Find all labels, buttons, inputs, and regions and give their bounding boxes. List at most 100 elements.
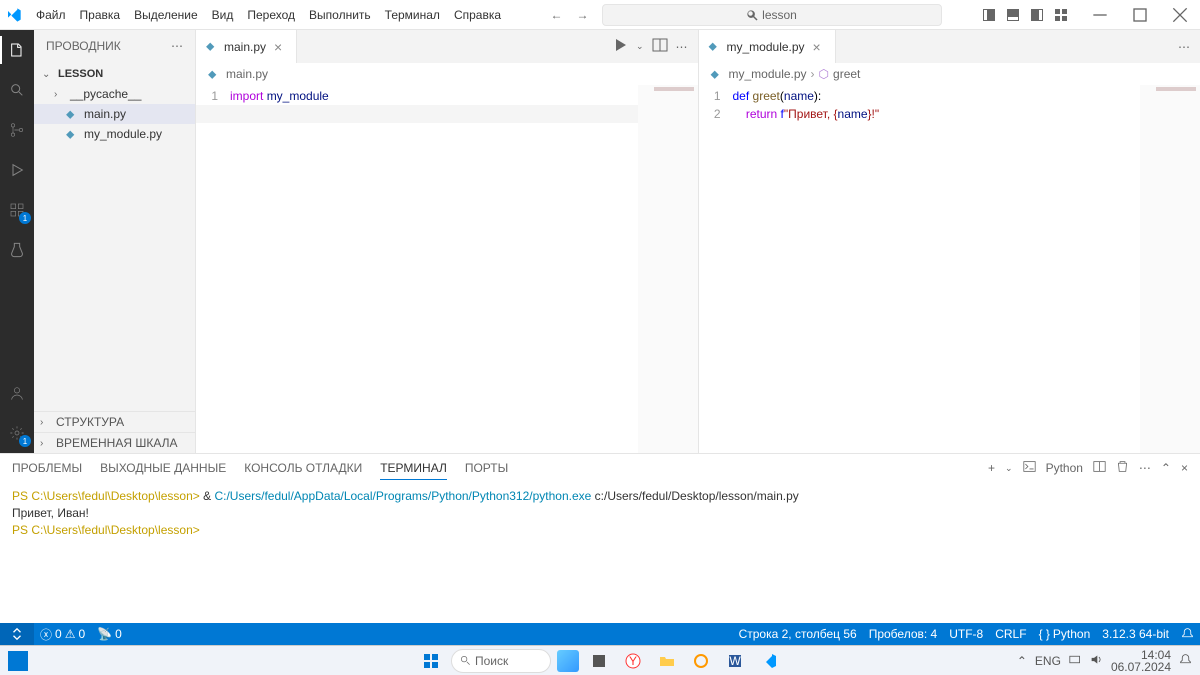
taskbar-vscode-icon[interactable]: [755, 647, 783, 675]
code-editor-right[interactable]: 12 def greet(name): return f"Привет, {na…: [699, 85, 1200, 453]
menu-терминал[interactable]: Терминал: [379, 4, 446, 26]
more-icon[interactable]: ⋯: [1139, 461, 1151, 475]
tab-my-module-py[interactable]: ⬥ my_module.py ×: [699, 30, 836, 63]
taskbar-explorer-icon[interactable]: [653, 647, 681, 675]
breadcrumb-left[interactable]: ⬥ main.py: [196, 63, 698, 85]
window-maximize-button[interactable]: [1120, 0, 1160, 30]
terminal-profile-icon[interactable]: [1023, 460, 1036, 476]
taskbar-app2-icon[interactable]: [687, 647, 715, 675]
tree-item[interactable]: ⬥main.py: [34, 104, 195, 124]
panel-tab[interactable]: КОНСОЛЬ ОТЛАДКИ: [244, 457, 362, 479]
tab-main-py[interactable]: ⬥ main.py ×: [196, 30, 297, 63]
python-file-icon: ⬥: [208, 67, 222, 82]
svg-text:W: W: [729, 654, 741, 668]
explorer-sidebar: ПРОВОДНИК ⋯ ⌄ LESSON ›__pycache__⬥main.p…: [34, 30, 196, 453]
settings-gear-icon[interactable]: 1: [5, 421, 29, 445]
editor-group-right: ⬥ my_module.py × ⋯ ⬥ my_module.py › ⬡ gr…: [699, 30, 1200, 453]
menu-выделение[interactable]: Выделение: [128, 4, 204, 26]
more-actions-icon[interactable]: ⋯: [1178, 40, 1190, 54]
python-version[interactable]: 3.12.3 64-bit: [1096, 627, 1175, 641]
volume-icon[interactable]: [1090, 653, 1103, 669]
nav-back-button[interactable]: ←: [546, 4, 568, 26]
search-text: lesson: [762, 8, 797, 22]
taskbar-app-icon[interactable]: [585, 647, 613, 675]
network-icon[interactable]: [1069, 653, 1082, 669]
encoding-status[interactable]: UTF-8: [943, 627, 989, 641]
vscode-logo-icon: [6, 7, 22, 23]
menu-переход[interactable]: Переход: [241, 4, 301, 26]
split-terminal-icon[interactable]: [1093, 460, 1106, 476]
problems-status[interactable]: ⓧ0 ⚠0: [34, 623, 91, 645]
notifications-icon[interactable]: [1175, 627, 1200, 640]
menu-выполнить[interactable]: Выполнить: [303, 4, 377, 26]
new-terminal-icon[interactable]: +: [988, 461, 995, 475]
run-dropdown-icon[interactable]: ⌄: [636, 41, 644, 52]
menu-справка[interactable]: Справка: [448, 4, 507, 26]
start-button[interactable]: [417, 647, 445, 675]
ports-status[interactable]: 📡0: [91, 623, 128, 645]
remote-button[interactable]: [0, 623, 34, 645]
split-editor-icon[interactable]: [652, 37, 668, 56]
run-icon[interactable]: [612, 37, 628, 56]
clock[interactable]: 14:04 06.07.2024: [1111, 649, 1171, 673]
explorer-icon[interactable]: [5, 38, 29, 62]
tab-close-icon[interactable]: ×: [270, 39, 286, 55]
window-close-button[interactable]: [1160, 0, 1200, 30]
menu-вид[interactable]: Вид: [206, 4, 240, 26]
close-panel-icon[interactable]: ×: [1181, 461, 1188, 475]
symbol-method-icon: ⬡: [819, 67, 829, 81]
nav-forward-button[interactable]: →: [572, 4, 594, 26]
tab-close-icon[interactable]: ×: [809, 39, 825, 55]
source-control-icon[interactable]: [5, 118, 29, 142]
sidebar-title: ПРОВОДНИК: [46, 39, 121, 53]
tree-root[interactable]: ⌄ LESSON: [34, 64, 195, 84]
panel-tab[interactable]: ТЕРМИНАЛ: [380, 457, 447, 480]
taskbar-desktop-icon[interactable]: [557, 650, 579, 672]
code-editor-left[interactable]: 12 import my_moduleprint(my_module.greet…: [196, 85, 698, 453]
more-actions-icon[interactable]: ⋯: [676, 40, 688, 54]
tray-chevron-icon[interactable]: ⌃: [1017, 654, 1027, 668]
debug-icon[interactable]: [5, 158, 29, 182]
cursor-position[interactable]: Строка 2, столбец 56: [733, 627, 863, 641]
warning-icon: ⚠: [65, 627, 76, 641]
layout-panel-icon[interactable]: [1004, 6, 1022, 24]
notification-tray-icon[interactable]: [1179, 653, 1192, 669]
error-icon: ⓧ: [40, 626, 52, 643]
panel-tab[interactable]: ВЫХОДНЫЕ ДАННЫЕ: [100, 457, 226, 479]
indentation-status[interactable]: Пробелов: 4: [863, 627, 944, 641]
search-activity-icon[interactable]: [5, 78, 29, 102]
taskbar-yandex-icon[interactable]: Y: [619, 647, 647, 675]
sidebar-section[interactable]: ›ВРЕМЕННАЯ ШКАЛА: [34, 432, 195, 453]
chevron-up-icon[interactable]: ⌃: [1161, 461, 1171, 475]
window-minimize-button[interactable]: [1080, 0, 1120, 30]
language-mode[interactable]: { } Python: [1033, 627, 1097, 641]
eol-status[interactable]: CRLF: [989, 627, 1032, 641]
sidebar-section[interactable]: ›СТРУКТУРА: [34, 411, 195, 432]
command-center-search[interactable]: lesson: [602, 4, 942, 26]
kill-terminal-icon[interactable]: [1116, 460, 1129, 476]
testing-icon[interactable]: [5, 238, 29, 262]
terminal-output[interactable]: PS C:\Users\fedul\Desktop\lesson> & C:/U…: [0, 482, 1200, 623]
panel-tab[interactable]: ПРОБЛЕМЫ: [12, 457, 82, 479]
layout-sidebar-right-icon[interactable]: [1028, 6, 1046, 24]
layout-customize-icon[interactable]: [1052, 6, 1070, 24]
accounts-icon[interactable]: [5, 381, 29, 405]
chevron-down-icon: ⌄: [42, 69, 54, 80]
minimap[interactable]: [638, 85, 698, 453]
taskbar-search[interactable]: Поиск: [451, 649, 551, 673]
taskbar-word-icon[interactable]: W: [721, 647, 749, 675]
terminal-dropdown-icon[interactable]: ⌄: [1005, 463, 1013, 474]
more-icon[interactable]: ⋯: [171, 39, 183, 53]
extensions-icon[interactable]: 1: [5, 198, 29, 222]
tree-item[interactable]: ⬥my_module.py: [34, 124, 195, 144]
menu-файл[interactable]: Файл: [30, 4, 72, 26]
layout-sidebar-left-icon[interactable]: [980, 6, 998, 24]
menu-правка[interactable]: Правка: [74, 4, 127, 26]
start-widgets-icon[interactable]: [8, 651, 28, 671]
svg-text:Y: Y: [629, 654, 637, 668]
panel-tab[interactable]: ПОРТЫ: [465, 457, 508, 479]
language-indicator[interactable]: ENG: [1035, 654, 1061, 668]
breadcrumb-right[interactable]: ⬥ my_module.py › ⬡ greet: [699, 63, 1200, 85]
tree-item[interactable]: ›__pycache__: [34, 84, 195, 104]
minimap[interactable]: [1140, 85, 1200, 453]
